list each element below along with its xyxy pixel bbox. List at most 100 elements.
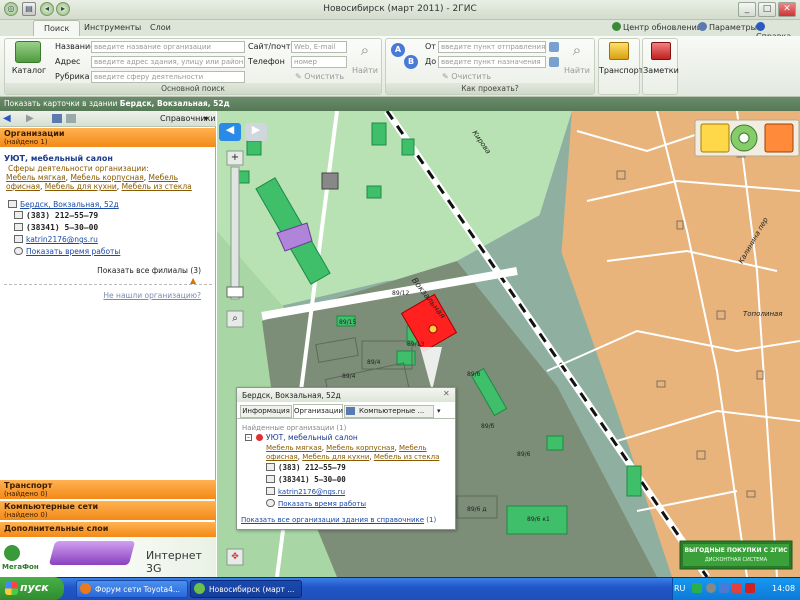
eraser-icon: ✎ [295,72,302,81]
popup-phone2: (38341) 5–30–00 [278,475,346,484]
print-small-icon[interactable] [66,114,76,123]
popup-email-link[interactable]: katrin2176@ngs.ru [278,488,345,496]
pick-from-icon[interactable] [549,42,559,52]
catalog-button[interactable]: Каталог [11,66,47,75]
language-indicator[interactable]: RU [674,584,685,593]
not-found-link[interactable]: Не нашли организацию? [103,291,201,300]
popup-title: Бердск, Вокзальная, 52д [242,391,341,400]
back-icon[interactable]: ◀ [3,113,11,124]
2gis-icon [194,583,205,594]
all-branches-link[interactable]: Показать все филиалы (3) [97,266,201,275]
maximize-button[interactable]: □ [758,2,776,17]
transport-header-label: Транспорт [4,481,53,490]
sphere-link[interactable]: Мебель для кухни [45,182,117,191]
house-number: 89/15 [339,319,357,326]
phone-input[interactable]: номер [291,56,347,68]
popup-hours-link[interactable]: Показать время работы [278,500,366,508]
house-number: 89/13 [407,341,425,348]
pick-to-icon[interactable] [549,57,559,67]
org-name-link[interactable]: УЮТ, мебельный салон [4,154,113,163]
building-status-line[interactable]: Показать карточки в здании Бердск, Вокза… [0,97,800,111]
transport-button[interactable]: Транспорт [599,66,643,75]
promo-banner[interactable]: МегаФон Интернет 3G [0,537,216,577]
site-input[interactable]: Web, E-mail [291,41,347,53]
sphere-link[interactable]: Мебель мягкая [266,444,322,452]
status-prefix: Показать карточки в здании [4,99,118,108]
volume-icon[interactable] [706,583,716,593]
close-button[interactable]: ✕ [778,2,796,17]
to-input[interactable]: введите пункт назначения [438,56,546,68]
windows-logo-icon [5,582,18,595]
notes-icon [651,42,671,60]
updates-label: Центр обновлений [623,23,702,32]
magnifier-icon[interactable]: ⌕ [227,311,243,327]
popup-all-orgs-link[interactable]: Показать все организации здания в справо… [241,516,424,524]
name-input[interactable]: введите название организации [91,41,245,53]
sphere-link[interactable]: Мебель из стекла [122,182,192,191]
popup-tabs-dropdown-icon[interactable]: ▾ [437,407,441,415]
popup-tab-orgs[interactable]: Организации [293,404,343,418]
clock: 14:08 [772,584,796,593]
transport-header[interactable]: Транспорт (найдено 0) [0,480,216,499]
map-forward-icon[interactable]: ▶ [245,123,267,136]
email-link[interactable]: katrin2176@ngs.ru [26,235,98,244]
antivirus-icon[interactable] [732,583,742,593]
networks-header[interactable]: Компьютерные сети (найдено 0) [0,501,216,520]
map-back-icon[interactable]: ◀ [219,123,241,136]
phone1-row: (383) 212–55–79 [14,211,98,220]
collapse-icon[interactable]: – [245,434,252,441]
sphere-link[interactable]: Мебель мягкая [6,173,66,182]
org-marker-icon [256,434,263,441]
promo-brand: МегаФон [2,563,39,571]
address-input[interactable]: введите адрес здания, улицу или район [91,56,245,68]
zoom-in-icon[interactable]: + [227,151,243,165]
settings-link[interactable]: Параметры [698,22,757,32]
chevron-down-icon[interactable]: ▾ [204,114,208,123]
route-b-icon: B [404,55,418,69]
start-label: пуск [20,581,49,594]
rubric-input[interactable]: введите сферу деятельности [91,71,245,83]
hours-link[interactable]: Показать время работы [26,247,120,256]
popup-org-name[interactable]: УЮТ, мебельный салон [266,433,358,442]
orgs-header[interactable]: Организации (найдено 1) [0,128,216,147]
layers-header[interactable]: Дополнительные слои [0,522,216,537]
clock-icon [14,247,23,255]
discount-banner-title[interactable]: ВЫГОДНЫЕ ПОКУПКИ С 2ГИС [683,547,789,554]
clear-search-button[interactable]: ✎ Очистить [295,72,344,81]
zoom-slider[interactable] [231,167,239,299]
left-toolbar: ◀ ▶ Справочники ▾ [0,111,216,127]
sphere-link[interactable]: Мебель из стекла [374,453,440,461]
compass-icon[interactable]: ✥ [227,549,243,565]
from-input[interactable]: введите пункт отправления [438,41,546,53]
list-icon[interactable] [52,114,62,123]
sphere-link[interactable]: Мебель корпусная [326,444,394,452]
sphere-link[interactable]: Мебель для кухни [302,453,369,461]
sphere-link[interactable]: Мебель корпусная [70,173,143,182]
find-button[interactable]: Найти [350,66,380,75]
notes-button[interactable]: Заметки [643,66,679,75]
ruler-tool-icon[interactable] [701,124,729,152]
updates-link[interactable]: Центр обновлений [612,22,702,32]
popup-tab-info[interactable]: Информация [240,405,292,418]
clear-route-button[interactable]: ✎ Очистить [442,72,491,81]
forward-icon[interactable]: ▶ [26,113,34,124]
address-link[interactable]: Бердск, Вокзальная, 52д [20,200,119,209]
route-find-button[interactable]: Найти [562,66,592,75]
radar-tool-icon[interactable] [731,125,757,151]
minimize-button[interactable]: _ [738,2,756,17]
notes-group: Заметки [642,38,679,95]
popup-close-icon[interactable]: ✕ [443,389,450,398]
layers-tool-icon[interactable] [765,124,793,152]
computer-icon [346,407,355,415]
orgs-header-label: Организации [4,129,65,138]
divider [4,284,212,285]
network-icon[interactable] [719,583,729,593]
popup-tab-networks[interactable]: Компьютерные ... [344,405,434,418]
taskbar-item-browser[interactable]: Форум сети Toyota4... [76,580,188,598]
taskbar-item-2gis[interactable]: Новосибирск (март ... [190,580,302,598]
settings-label: Параметры [709,23,757,32]
tray-app-icon[interactable] [692,583,702,593]
tray-k-icon[interactable] [745,583,755,593]
tab-layers[interactable]: Слои [140,20,181,36]
clear-search-label: Очистить [304,72,345,81]
